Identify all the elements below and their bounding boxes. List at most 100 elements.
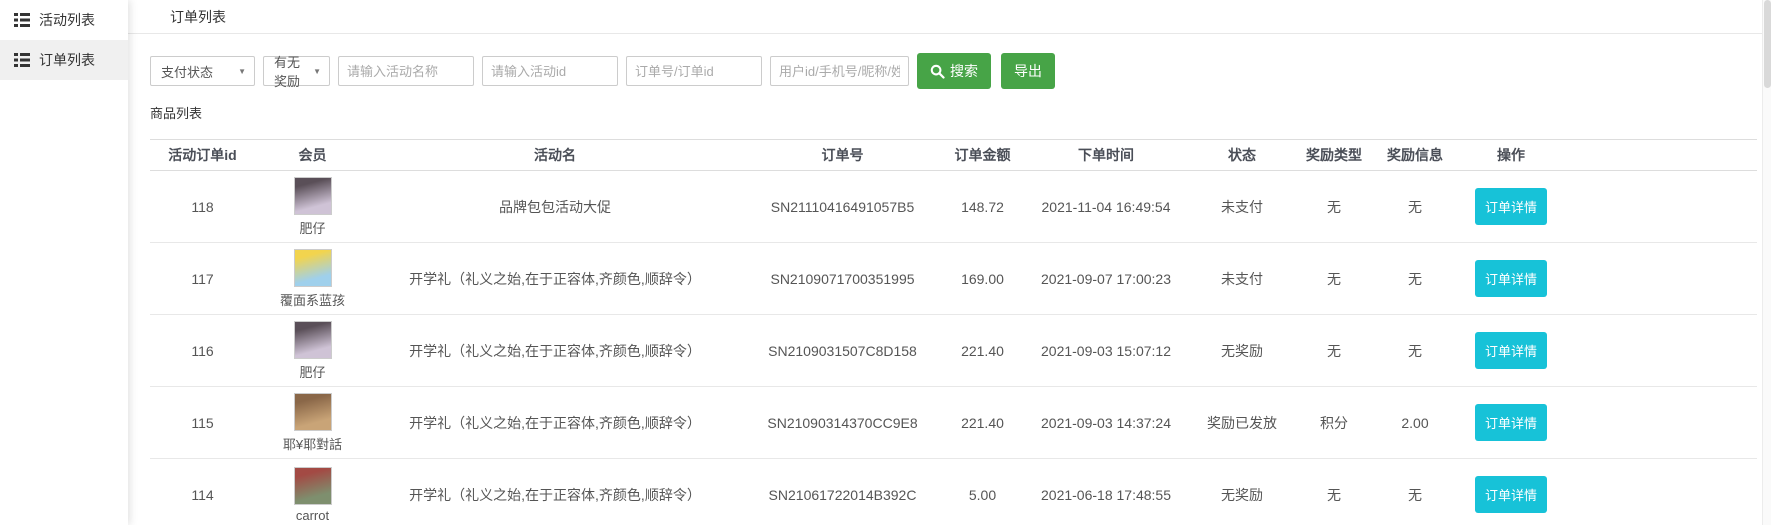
reward-info-cell: 无 [1376, 315, 1454, 387]
chevron-down-icon: ▼ [313, 67, 321, 76]
table-row: 115耶¥耶對話开学礼（礼义之始,在于正容体,齐颜色,顺辞令）SN2109031… [150, 387, 1757, 459]
avatar [294, 177, 332, 215]
amount-cell: 221.40 [945, 387, 1020, 459]
scrollbar[interactable] [1762, 0, 1771, 525]
reward-info-cell: 无 [1376, 243, 1454, 315]
amount-cell: 5.00 [945, 459, 1020, 525]
member-name: 覆面系蓝孩 [280, 290, 345, 309]
order-no-input[interactable] [626, 56, 762, 86]
column-header: 状态 [1192, 140, 1292, 171]
order-no-cell: SN2109031507C8D158 [740, 315, 945, 387]
reward-info-cell: 2.00 [1376, 387, 1454, 459]
order-detail-button[interactable]: 订单详情 [1475, 188, 1547, 225]
sidebar-item-orders[interactable]: 订单列表 [0, 40, 128, 80]
order-no-cell: SN21061722014B392C [740, 459, 945, 525]
column-header: 奖励信息 [1376, 140, 1454, 171]
pay-status-select[interactable]: 支付状态 ▼ [150, 56, 255, 86]
reward-info-cell: 无 [1376, 171, 1454, 243]
sidebar-item-label: 活动列表 [39, 10, 95, 30]
user-search-input[interactable] [770, 56, 909, 86]
app-window: 活动列表订单列表 订单列表 支付状态 ▼ 有无奖励 ▼ [0, 0, 1771, 525]
table-header-row: 活动订单id会员活动名订单号订单金额下单时间状态奖励类型奖励信息操作 [150, 140, 1757, 171]
order-detail-button[interactable]: 订单详情 [1475, 332, 1547, 369]
status-cell: 无奖励 [1192, 459, 1292, 525]
member-cell: 肥仔 [255, 171, 370, 243]
content: 支付状态 ▼ 有无奖励 ▼ 搜索 导出 [128, 53, 1771, 525]
activity-id-input[interactable] [482, 56, 618, 86]
search-icon [930, 64, 945, 79]
activity-name-cell: 开学礼（礼义之始,在于正容体,齐颜色,顺辞令） [370, 315, 740, 387]
pay-status-select-value: 支付状态 [161, 62, 213, 81]
action-cell: 订单详情 [1454, 315, 1568, 387]
time-cell: 2021-09-07 17:00:23 [1020, 243, 1192, 315]
order-detail-button[interactable]: 订单详情 [1475, 260, 1547, 297]
amount-cell: 169.00 [945, 243, 1020, 315]
column-header: 订单金额 [945, 140, 1020, 171]
order-id-cell: 114 [150, 459, 255, 525]
column-header: 操作 [1454, 140, 1568, 171]
amount-cell: 221.40 [945, 315, 1020, 387]
column-header: 奖励类型 [1292, 140, 1376, 171]
table-row: 116 肥仔 开学礼（礼义之始,在于正容体,齐颜色,顺辞令）SN2109031507… [150, 315, 1757, 387]
status-cell: 奖励已发放 [1192, 387, 1292, 459]
reward-select-value: 有无奖励 [274, 52, 303, 90]
order-id-cell: 118 [150, 171, 255, 243]
activity-name-cell: 开学礼（礼义之始,在于正容体,齐颜色,顺辞令） [370, 459, 740, 525]
status-cell: 未支付 [1192, 243, 1292, 315]
status-cell: 无奖励 [1192, 315, 1292, 387]
activity-name-input[interactable] [338, 56, 474, 86]
time-cell: 2021-09-03 14:37:24 [1020, 387, 1192, 459]
reward-type-cell: 无 [1292, 243, 1376, 315]
column-header: 下单时间 [1020, 140, 1192, 171]
order-detail-button[interactable]: 订单详情 [1475, 476, 1547, 513]
member-cell: 肥仔 [255, 315, 370, 387]
member-name: 肥仔 [299, 218, 325, 237]
time-cell: 2021-09-03 15:07:12 [1020, 315, 1192, 387]
order-id-cell: 117 [150, 243, 255, 315]
time-cell: 2021-06-18 17:48:55 [1020, 459, 1192, 525]
section-label: 商品列表 [150, 103, 1757, 122]
reward-type-cell: 无 [1292, 459, 1376, 525]
member-name: carrot [296, 508, 329, 523]
avatar [294, 467, 332, 505]
scrollbar-thumb[interactable] [1764, 0, 1771, 88]
sidebar: 活动列表订单列表 [0, 0, 128, 525]
table-row: 114 carrot 开学礼（礼义之始,在于正容体,齐颜色,顺辞令）SN210617… [150, 459, 1757, 525]
member-name: 肥仔 [299, 362, 325, 381]
member-cell: 耶¥耶對話 [255, 387, 370, 459]
chevron-down-icon: ▼ [238, 67, 246, 76]
main-area: 订单列表 支付状态 ▼ 有无奖励 ▼ [128, 0, 1771, 525]
list-icon [14, 53, 30, 67]
activity-name-cell: 开学礼（礼义之始,在于正容体,齐颜色,顺辞令） [370, 243, 740, 315]
action-cell: 订单详情 [1454, 171, 1568, 243]
activity-name-cell: 品牌包包活动大促 [370, 171, 740, 243]
reward-info-cell: 无 [1376, 459, 1454, 525]
amount-cell: 148.72 [945, 171, 1020, 243]
table-row: 117 覆面系蓝孩 开学礼（礼义之始,在于正容体,齐颜色,顺辞令）SN2109071… [150, 243, 1757, 315]
member-cell: 覆面系蓝孩 [255, 243, 370, 315]
column-header: 活动订单id [150, 140, 255, 171]
search-button[interactable]: 搜索 [917, 53, 991, 89]
sidebar-item-label: 订单列表 [39, 50, 95, 70]
order-no-cell: SN21090314370CC9E8 [740, 387, 945, 459]
avatar [294, 321, 332, 359]
table-row: 118 肥仔 品牌包包活动大促SN21110416491057B5148.72202… [150, 171, 1757, 243]
order-no-cell: SN2109071700351995 [740, 243, 945, 315]
column-header: 活动名 [370, 140, 740, 171]
sidebar-item-activities[interactable]: 活动列表 [0, 0, 128, 40]
order-detail-button[interactable]: 订单详情 [1475, 404, 1547, 441]
column-header: 会员 [255, 140, 370, 171]
time-cell: 2021-11-04 16:49:54 [1020, 171, 1192, 243]
reward-select[interactable]: 有无奖励 ▼ [263, 56, 330, 86]
page-title: 订单列表 [170, 7, 226, 27]
orders-table: 活动订单id会员活动名订单号订单金额下单时间状态奖励类型奖励信息操作 118 肥仔… [150, 139, 1757, 525]
order-id-cell: 115 [150, 387, 255, 459]
order-id-cell: 116 [150, 315, 255, 387]
action-cell: 订单详情 [1454, 243, 1568, 315]
activity-name-cell: 开学礼（礼义之始,在于正容体,齐颜色,顺辞令） [370, 387, 740, 459]
column-header: 订单号 [740, 140, 945, 171]
export-button[interactable]: 导出 [1001, 53, 1055, 89]
reward-type-cell: 积分 [1292, 387, 1376, 459]
order-no-cell: SN21110416491057B5 [740, 171, 945, 243]
filter-bar: 支付状态 ▼ 有无奖励 ▼ 搜索 导出 [150, 53, 1757, 89]
